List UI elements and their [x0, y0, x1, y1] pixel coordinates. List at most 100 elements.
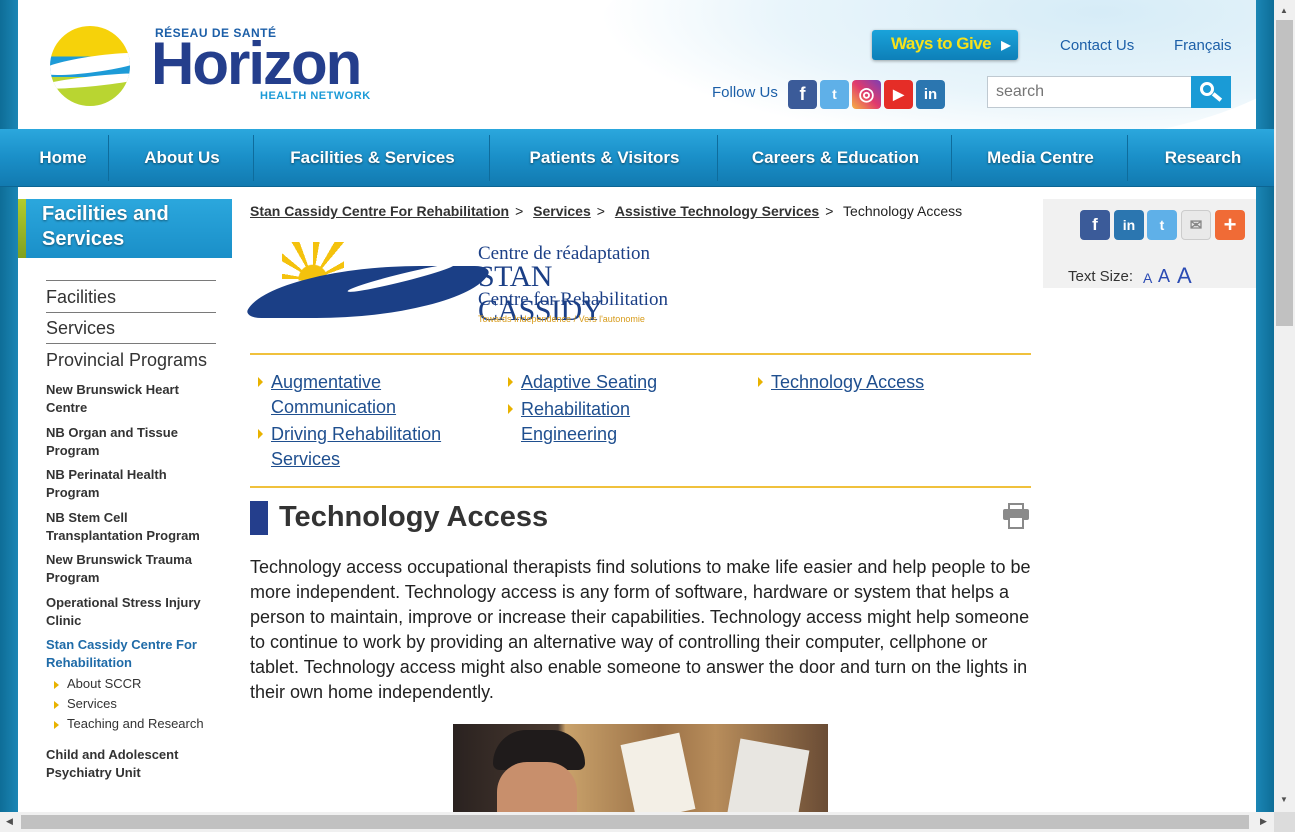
bullet-arrow-icon [258, 429, 263, 439]
photo-sign [620, 732, 696, 812]
nav-careers-education[interactable]: Careers & Education [719, 129, 952, 187]
bullet-arrow-icon [258, 377, 263, 387]
nav-home[interactable]: Home [18, 129, 108, 187]
facebook-icon[interactable]: f [788, 80, 817, 109]
sidebar-item-provincial-programs[interactable]: Provincial Programs [46, 350, 207, 371]
nav-media-centre[interactable]: Media Centre [953, 129, 1128, 187]
linkedin-share-icon[interactable]: in [1114, 210, 1144, 240]
nav-separator [108, 135, 109, 181]
sidebar-heading-text: Facilities and Services [42, 203, 169, 250]
plus-share-icon[interactable]: + [1215, 210, 1245, 240]
gold-divider [250, 486, 1031, 488]
photo-person-face [497, 762, 577, 812]
search-input[interactable] [987, 76, 1192, 108]
linkedin-icon[interactable]: in [916, 80, 945, 109]
vertical-scrollbar[interactable]: ▲ ▼ [1274, 0, 1295, 812]
nav-patients-visitors[interactable]: Patients & Visitors [491, 129, 718, 187]
scrollbar-corner [1274, 812, 1295, 832]
sidebar-leaf-label: Services [67, 696, 117, 711]
sidebar-divider [46, 312, 216, 313]
logo-horizon-text: Horizon [151, 30, 362, 97]
sidebar-program-child-psychiatry[interactable]: Child and Adolescent Psychiatry Unit [46, 746, 221, 782]
link-augmentative-communication[interactable]: Augmentative Communication [271, 370, 481, 420]
scroll-down-icon[interactable]: ▼ [1280, 795, 1288, 804]
search-button[interactable] [1191, 76, 1231, 108]
breadcrumb: Stan Cassidy Centre For Rehabilitation > … [250, 203, 962, 219]
print-icon-paper [1008, 516, 1024, 529]
sidebar-program-trauma[interactable]: New Brunswick Trauma Program [46, 551, 221, 587]
scroll-left-icon[interactable]: ◀ [6, 816, 13, 827]
vertical-scroll-thumb[interactable] [1276, 20, 1293, 326]
site-header: RÉSEAU DE SANTÉ Horizon HEALTH NETWORK W… [18, 0, 1256, 129]
scroll-right-icon[interactable]: ▶ [1260, 816, 1267, 827]
page-title: Technology Access [279, 501, 549, 533]
follow-us-label: Follow Us [712, 84, 778, 101]
email-share-icon[interactable]: ✉ [1181, 210, 1211, 240]
sidebar-program-heart-centre[interactable]: New Brunswick Heart Centre [46, 381, 221, 417]
nav-separator [253, 135, 254, 181]
horizontal-scrollbar[interactable]: ◀ ▶ [0, 812, 1274, 832]
breadcrumb-separator: > [596, 203, 605, 219]
logo-wave [242, 266, 494, 318]
nav-separator [489, 135, 490, 181]
bullet-arrow-icon [54, 720, 59, 729]
nav-separator [717, 135, 718, 181]
francais-link[interactable]: Français [1174, 37, 1232, 54]
print-icon[interactable] [1003, 503, 1029, 529]
horizon-logo[interactable]: RÉSEAU DE SANTÉ Horizon HEALTH NETWORK [48, 22, 378, 112]
sidebar-program-stem-cell[interactable]: NB Stem Cell Transplantation Program [46, 509, 221, 545]
nav-separator [951, 135, 952, 181]
scroll-up-icon[interactable]: ▲ [1280, 6, 1288, 15]
link-rehabilitation-engineering[interactable]: Rehabilitation Engineering [521, 397, 671, 447]
twitter-share-icon[interactable]: t [1147, 210, 1177, 240]
nav-separator [1127, 135, 1128, 181]
nav-about-us[interactable]: About Us [110, 129, 254, 187]
text-size-small[interactable]: A [1143, 270, 1152, 286]
sidebar-program-organ-tissue[interactable]: NB Organ and Tissue Program [46, 424, 221, 460]
breadcrumb-link-stan-cassidy[interactable]: Stan Cassidy Centre For Rehabilitation [250, 203, 509, 219]
search-icon-handle [1211, 92, 1223, 102]
chevron-right-icon: ▶ [1001, 38, 1010, 52]
sidebar-item-facilities[interactable]: Facilities [46, 287, 116, 308]
sidebar-leaf-teaching-research[interactable]: Teaching and Research [54, 716, 204, 731]
nav-facilities-services[interactable]: Facilities & Services [255, 129, 490, 187]
sidebar-leaf-label: About SCCR [67, 676, 142, 691]
horizontal-scroll-thumb[interactable] [21, 815, 1249, 829]
sidebar-program-osi-clinic[interactable]: Operational Stress Injury Clinic [46, 594, 221, 630]
page-canvas: RÉSEAU DE SANTÉ Horizon HEALTH NETWORK W… [18, 0, 1256, 812]
text-size-large[interactable]: A [1177, 263, 1192, 289]
sidebar-leaf-about-sccr[interactable]: About SCCR [54, 676, 141, 691]
link-technology-access[interactable]: Technology Access [771, 370, 971, 395]
sidebar-heading: Facilities and Services [18, 199, 232, 258]
sccr-logo-tagline: Towards Independence / Vers l'autonomie [478, 314, 645, 324]
bullet-arrow-icon [54, 680, 59, 689]
facebook-share-icon[interactable]: f [1080, 210, 1110, 240]
link-driving-rehabilitation[interactable]: Driving Rehabilitation Services [271, 422, 481, 472]
sidebar-divider [46, 343, 216, 344]
sidebar-heading-accent [18, 199, 26, 258]
text-size-medium[interactable]: A [1158, 266, 1170, 287]
sccr-logo-line3: Centre for Rehabilitation [478, 289, 668, 310]
breadcrumb-link-services[interactable]: Services [533, 203, 591, 219]
sidebar-leaf-services[interactable]: Services [54, 696, 117, 711]
ways-to-give-button[interactable]: Ways to Give ▶ [872, 30, 1018, 60]
contact-us-link[interactable]: Contact Us [1060, 37, 1134, 54]
bullet-arrow-icon [758, 377, 763, 387]
breadcrumb-separator: > [515, 203, 524, 219]
nav-research[interactable]: Research [1129, 129, 1277, 187]
breadcrumb-link-assistive-tech[interactable]: Assistive Technology Services [615, 203, 819, 219]
sidebar-divider [46, 280, 216, 281]
youtube-icon[interactable]: ▶ [884, 80, 913, 109]
sidebar-leaf-label: Teaching and Research [67, 716, 204, 731]
breadcrumb-separator: > [825, 203, 834, 219]
link-adaptive-seating[interactable]: Adaptive Seating [521, 370, 721, 395]
twitter-icon[interactable]: t [820, 80, 849, 109]
sidebar-program-perinatal[interactable]: NB Perinatal Health Program [46, 466, 221, 502]
sidebar-item-services[interactable]: Services [46, 318, 115, 339]
instagram-icon[interactable]: ◎ [852, 80, 881, 109]
sidebar-program-stan-cassidy[interactable]: Stan Cassidy Centre For Rehabilitation [46, 636, 221, 672]
stan-cassidy-logo: Centre de réadaptation STAN CASSIDY Cent… [242, 240, 676, 330]
bullet-arrow-icon [54, 700, 59, 709]
header-swoosh [596, 0, 1256, 129]
main-nav: Home About Us Facilities & Services Pati… [0, 129, 1274, 187]
